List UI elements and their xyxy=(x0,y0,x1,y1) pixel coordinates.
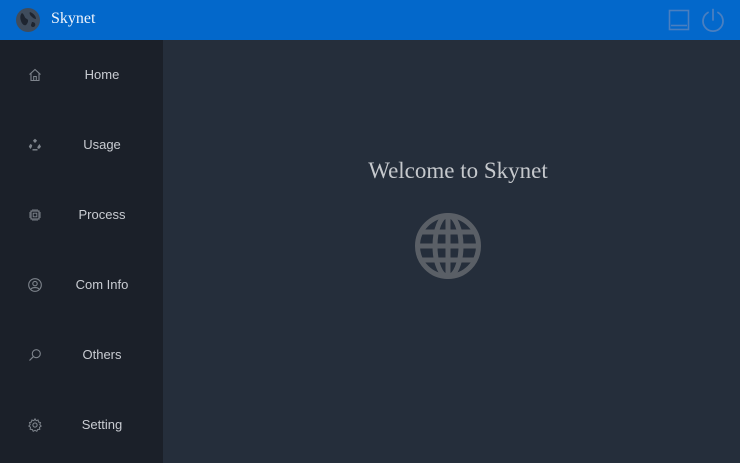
search-icon xyxy=(27,347,43,363)
sidebar-item-usage[interactable]: Usage xyxy=(0,110,163,180)
globe-icon xyxy=(414,212,482,280)
minimize-button[interactable] xyxy=(665,6,693,34)
recycle-icon xyxy=(27,137,43,153)
gear-icon xyxy=(27,417,43,433)
main-content: Welcome to Skynet xyxy=(163,40,740,463)
welcome-heading: Welcome to Skynet xyxy=(368,158,548,183)
sidebar-item-label: Setting xyxy=(81,417,123,432)
sidebar-item-label: Others xyxy=(82,347,122,362)
sidebar-item-com-info[interactable]: Com Info xyxy=(0,250,163,320)
globe-icon xyxy=(15,7,41,33)
app-title: Skynet xyxy=(51,10,96,27)
sidebar-item-label: Process xyxy=(78,207,126,222)
sidebar-item-home[interactable]: Home xyxy=(0,40,163,110)
sidebar: Home Usage Process Com Info Others Setti… xyxy=(0,40,163,463)
title-bar: Skynet xyxy=(0,0,740,40)
minimize-window-icon xyxy=(665,6,693,34)
sidebar-item-label: Com Info xyxy=(75,277,129,292)
sidebar-item-label: Home xyxy=(84,67,120,82)
app-window: Skynet Home Usage Process Com Info Other… xyxy=(0,0,740,463)
home-icon xyxy=(27,67,43,83)
sidebar-item-process[interactable]: Process xyxy=(0,180,163,250)
cpu-chip-icon xyxy=(27,207,43,223)
user-circle-icon xyxy=(27,277,43,293)
sidebar-item-setting[interactable]: Setting xyxy=(0,390,163,460)
power-button[interactable] xyxy=(699,6,727,34)
sidebar-item-label: Usage xyxy=(83,137,121,152)
power-icon xyxy=(699,6,727,34)
sidebar-item-others[interactable]: Others xyxy=(0,320,163,390)
